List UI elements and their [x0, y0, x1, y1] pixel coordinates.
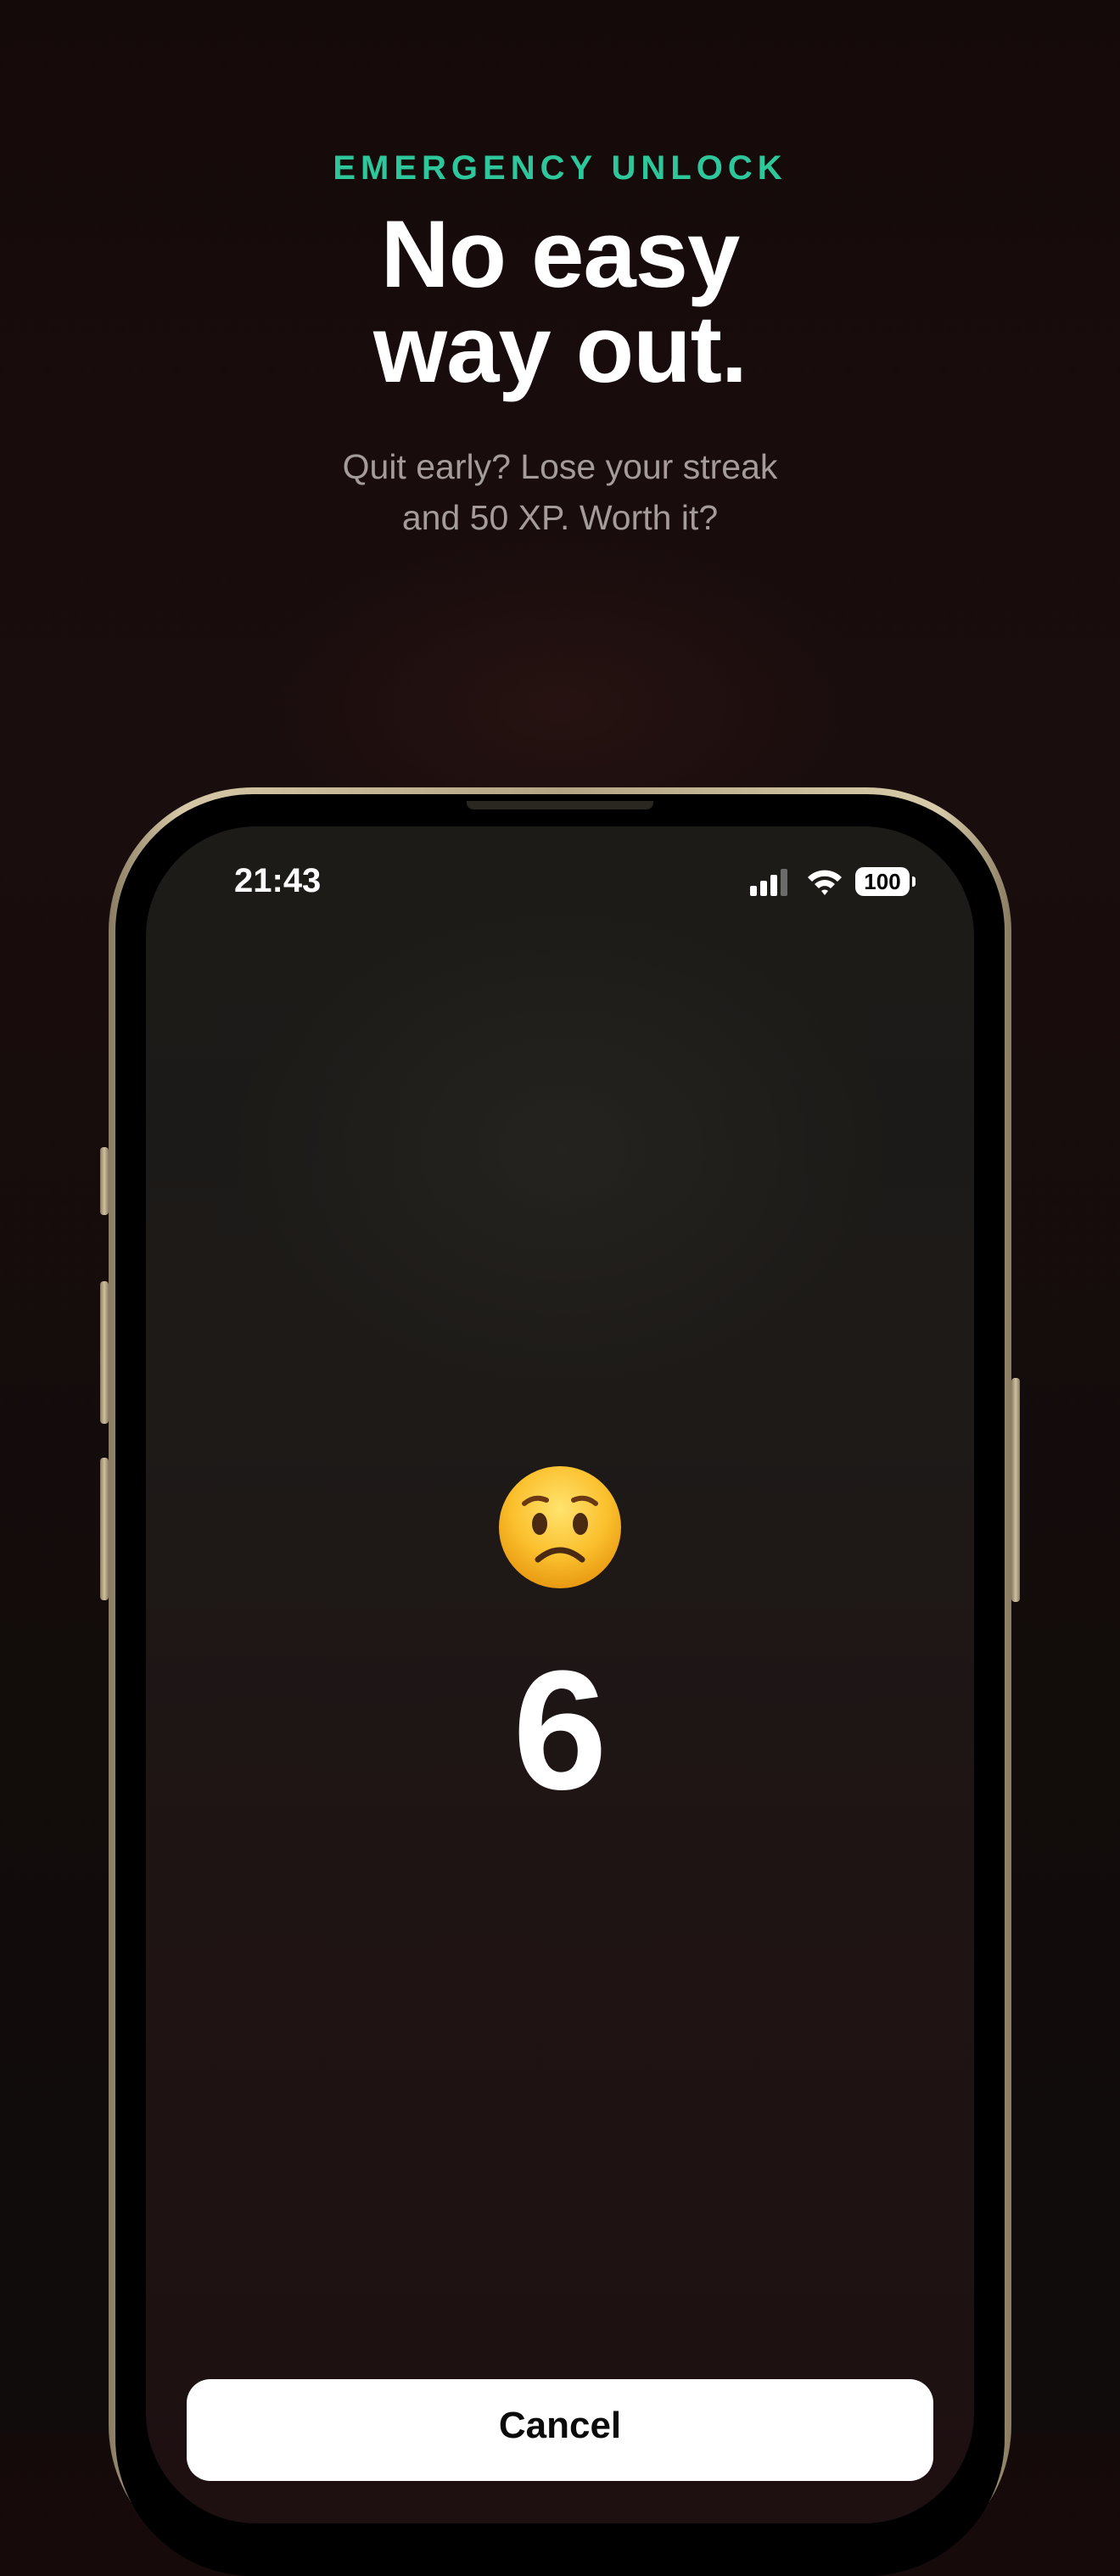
- cancel-button[interactable]: Cancel: [187, 2379, 933, 2481]
- headline-line-1: No easy: [380, 201, 741, 307]
- countdown-number: 6: [512, 1636, 608, 1825]
- page-title: No easy way out.: [0, 207, 1120, 397]
- phone-action-button: [100, 1147, 109, 1215]
- battery-icon: 100: [855, 867, 916, 898]
- headline-line-2: way out.: [372, 296, 748, 402]
- signal-icon: [750, 869, 787, 896]
- subtitle: Quit early? Lose your streak and 50 XP. …: [0, 441, 1120, 543]
- battery-cap: [912, 876, 916, 887]
- eyebrow-label: EMERGENCY UNLOCK: [333, 149, 787, 187]
- battery-level: 100: [855, 867, 910, 896]
- subtitle-line-1: Quit early? Lose your streak: [342, 447, 778, 486]
- phone-speaker-notch: [467, 801, 653, 809]
- wifi-icon: [808, 870, 842, 895]
- worried-face-icon: [499, 1466, 621, 1588]
- phone-volume-down-button: [100, 1458, 109, 1600]
- subtitle-line-2: and 50 XP. Worth it?: [401, 498, 719, 537]
- screen-glow: [231, 894, 893, 1403]
- status-time: 21:43: [234, 862, 322, 899]
- phone-power-button: [1011, 1378, 1020, 1602]
- phone-volume-up-button: [100, 1281, 109, 1424]
